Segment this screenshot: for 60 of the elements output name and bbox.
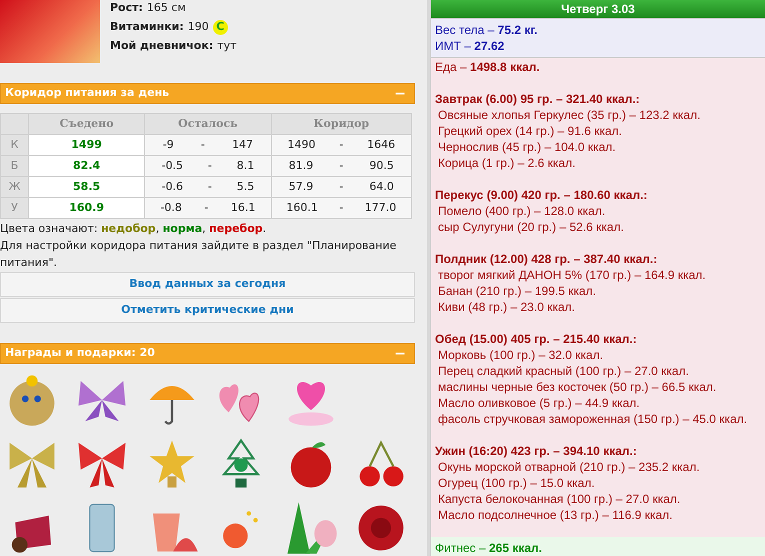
fitness-total: Фитнес – 265 ккал. bbox=[435, 541, 542, 555]
row-header: Б bbox=[0, 156, 28, 176]
food-item: Банан (210 гр.) – 199.5 ккал. bbox=[437, 283, 598, 299]
column-header: Осталось bbox=[144, 114, 272, 134]
day-header: Четверг 3.03 bbox=[431, 0, 765, 18]
table-cell: 1499 bbox=[28, 134, 145, 156]
table-cell: -0.6 - 5.5 bbox=[144, 176, 272, 198]
body-line: ИМТ – 27.62 bbox=[435, 38, 506, 54]
meal-title: Перекус (9.00) 420 гр. – 180.60 ккал.: bbox=[435, 187, 648, 203]
table-cell: 160.9 bbox=[28, 198, 145, 218]
row-header: Ж bbox=[0, 176, 28, 198]
row-header: К bbox=[0, 134, 28, 156]
food-item: Киви (48 гр.) – 23.0 ккал. bbox=[437, 299, 576, 315]
profile-label: Витаминки: bbox=[110, 18, 184, 35]
profile-value: 165 см bbox=[146, 0, 186, 16]
settings-note: Для настройки коридора питания зайдите в раздел "Планирование питания". bbox=[0, 238, 398, 271]
action-button[interactable]: Ввод данных за сегодня bbox=[0, 272, 415, 297]
food-item: Чернослив (45 гр.) – 104.0 ккал. bbox=[437, 139, 617, 155]
table-cell: 82.4 bbox=[28, 156, 145, 176]
food-item: Перец сладкий красный (100 гр.) – 27.0 ккал. bbox=[437, 363, 690, 379]
table-cell: 1490 - 1646 bbox=[271, 134, 412, 156]
profile-label: Рост: bbox=[110, 0, 143, 16]
food-item: маслины черные без косточек (50 гр.) – 66.5 ккал. bbox=[437, 379, 718, 395]
food-item: творог мягкий ДАНОН 5% (170 гр.) – 164.9 ккал. bbox=[437, 267, 707, 283]
food-item: фасоль стручковая замороженная (150 гр.) – 45.0 ккал. bbox=[437, 411, 748, 427]
meal-title: Ужин (16:20) 423 гр. – 394.10 ккал.: bbox=[435, 443, 638, 459]
food-item: Помело (400 гр.) – 128.0 ккал. bbox=[437, 203, 606, 219]
meal-title: Полдник (12.00) 428 гр. – 387.40 ккал.: bbox=[435, 251, 658, 267]
column-header: Съедено bbox=[28, 114, 145, 134]
action-button[interactable]: Отметить критические дни bbox=[0, 298, 415, 323]
table-cell: -0.5 - 8.1 bbox=[144, 156, 272, 176]
table-cell: -0.8 - 16.1 bbox=[144, 198, 272, 218]
food-item: Морковь (100 гр.) – 32.0 ккал. bbox=[437, 347, 604, 363]
food-item: Грецкий орех (14 гр.) – 91.6 ккал. bbox=[437, 123, 623, 139]
food-item: Овсяные хлопья Геркулес (35 гр.) – 123.2 ккал. bbox=[437, 107, 702, 123]
profile-label: Мой дневничок: bbox=[110, 38, 214, 54]
food-item: Масло оливковое (5 гр.) – 44.9 ккал. bbox=[437, 395, 641, 411]
legend-text: Цвета означают: недобор, норма, перебор. bbox=[0, 221, 268, 237]
table-cell: 58.5 bbox=[28, 176, 145, 198]
food-item: Масло подсолнечное (13 гр.) – 116.9 ккал. bbox=[437, 507, 674, 523]
vitamin-badge: C bbox=[212, 20, 228, 34]
table-cell: 160.1 - 177.0 bbox=[271, 198, 412, 218]
panel-title: Награды и подарки: 20 bbox=[5, 345, 155, 362]
meal-title: Завтрак (6.00) 95 гр. – 321.40 ккал.: bbox=[435, 91, 641, 107]
food-item: сыр Сулугуни (20 гр.) – 52.6 ккал. bbox=[437, 219, 625, 235]
table-cell: 57.9 - 64.0 bbox=[271, 176, 412, 198]
food-item: Окунь морской отварной (210 гр.) – 235.2 ккал. bbox=[437, 459, 701, 475]
column-header: Коридор bbox=[271, 114, 412, 134]
profile-value: 190 bbox=[188, 18, 209, 35]
profile-value: тут bbox=[217, 38, 237, 54]
food-total: Еда – 1498.8 ккал. bbox=[435, 59, 541, 75]
panel-title: Коридор питания за день bbox=[5, 85, 170, 102]
table-cell: -9 - 147 bbox=[144, 134, 272, 156]
food-item: Огурец (100 гр.) – 15.0 ккал. bbox=[437, 475, 596, 491]
body-line: Вес тела – 75.2 кг. bbox=[435, 22, 538, 38]
row-header: У bbox=[0, 198, 28, 218]
table-cell: 81.9 - 90.5 bbox=[271, 156, 412, 176]
meal-title: Обед (15.00) 405 гр. – 215.40 ккал.: bbox=[435, 331, 638, 347]
food-item: Корица (1 гр.) – 2.6 ккал. bbox=[437, 155, 576, 171]
food-item: Капуста белокочанная (100 гр.) – 27.0 ккал. bbox=[437, 491, 682, 507]
